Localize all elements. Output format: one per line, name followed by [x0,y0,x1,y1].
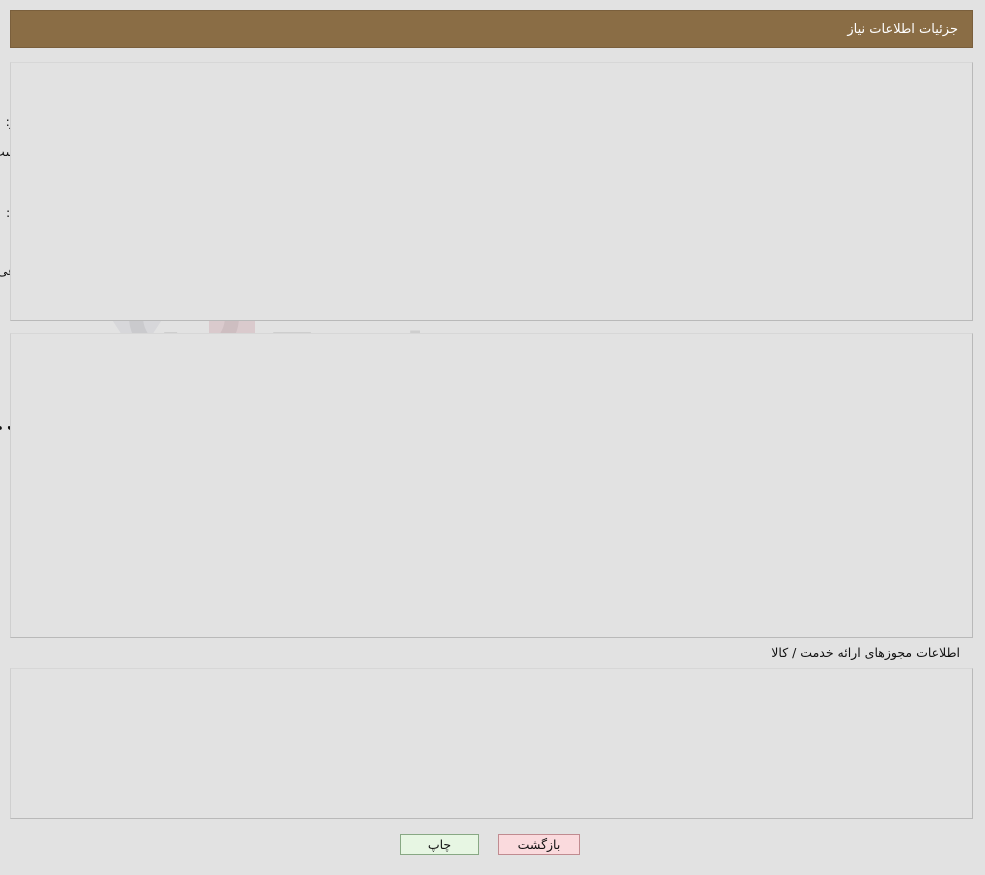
need-details-panel [11,333,974,638]
page-root: AnaTender.net جزئیات اطلاعات نیاز شماره … [0,0,985,875]
print-button[interactable]: چاپ [401,834,480,855]
back-button[interactable]: بازگشت [499,834,581,855]
permits-section-label: اطلاعات مجوزهای ارائه خدمت / کالا [772,645,961,660]
page-title: جزئیات اطلاعات نیاز [848,21,959,37]
permits-panel [11,668,974,819]
page-title-bar: جزئیات اطلاعات نیاز [11,10,974,48]
need-summary-panel [11,62,974,321]
